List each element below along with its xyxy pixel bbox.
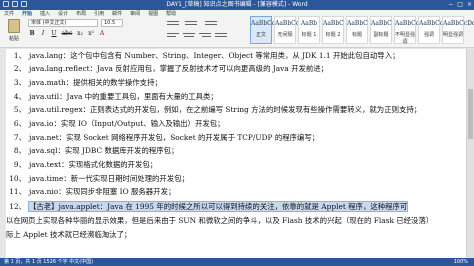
- minimize-button[interactable]: −: [448, 1, 453, 9]
- styles-gallery: AaBbCcDd 正文 AaBbCcDd 无间隔 AaBb 标题 1 AaBbC…: [250, 16, 474, 45]
- tab-file[interactable]: 文件: [4, 11, 14, 17]
- superscript-button[interactable]: x²: [87, 30, 95, 37]
- list-item: 4、 java.util：Java 中的重要工具包，里面有大量的工具类；: [13, 92, 218, 101]
- window-title: DAY1_[草稿] 知识点之图书编辑 - [兼容模式] - Word: [166, 1, 308, 8]
- style-subtitle[interactable]: AaBbC 副标题: [370, 16, 392, 44]
- underline-button[interactable]: U: [50, 30, 58, 37]
- multilevel-list-icon[interactable]: [205, 21, 217, 22]
- vertical-scrollbar[interactable]: [466, 49, 474, 258]
- font-color-button[interactable]: A: [98, 30, 106, 37]
- tab-design[interactable]: 设计: [58, 11, 68, 17]
- tab-insert[interactable]: 插入: [40, 11, 50, 17]
- close-button[interactable]: ×: [467, 1, 472, 9]
- paragraph-line: 际上 Applet 技术就已经濒临淘汰了；: [6, 230, 132, 239]
- scrollbar-thumb[interactable]: [468, 89, 473, 139]
- title-bar: DAY1_[草稿] 知识点之图书编辑 - [兼容模式] - Word − □ ×: [0, 0, 474, 10]
- align-left-icon[interactable]: [167, 33, 179, 34]
- paragraph-group: [165, 19, 245, 45]
- list-item: 8、 java.sql：实现 JDBC 数据库开发的程序包；: [13, 146, 179, 155]
- list-item: 12、 【古老】java.applet：Java 在 1995 年的时候之所以可以…: [9, 201, 409, 212]
- style-emphasis[interactable]: AaBbCcD 强调: [418, 16, 448, 44]
- tab-review[interactable]: 审阅: [130, 11, 140, 17]
- tab-home[interactable]: 开始: [22, 11, 32, 17]
- style-heading-2[interactable]: AaBbC 标题 2: [322, 16, 344, 44]
- style-normal[interactable]: AaBbCcDd 正文: [250, 16, 284, 44]
- zoom-level[interactable]: 100%: [454, 258, 468, 266]
- style-heading-1[interactable]: AaBb 标题 1: [298, 16, 320, 44]
- document-area: 1、 java.lang：这个包中包含有 Number、String、Intege…: [0, 49, 474, 258]
- italic-button[interactable]: I: [39, 30, 47, 37]
- list-item: 2、 java.lang.reflect：Java 反射应用包，掌握了反射技术才可…: [13, 64, 329, 73]
- list-item: 3、 java.math：提供相关的数学操作支持；: [13, 78, 162, 87]
- subscript-button[interactable]: x₂: [76, 30, 84, 37]
- format-buttons: B I U abc x₂ x² A: [28, 30, 106, 37]
- clipboard-icon: [8, 19, 20, 33]
- font-group: 宋体 (中文正文) 10.5 B I U abc x₂ x² A: [28, 19, 158, 45]
- align-right-icon[interactable]: [199, 33, 211, 34]
- list-item: 7、 java.net：实现 Socket 网络程序开发包，Socket 的开发属…: [13, 133, 320, 142]
- document-page[interactable]: 1、 java.lang：这个包中包含有 Number、String、Intege…: [6, 49, 466, 258]
- list-item: 9、 java.text：实现格式化数据的开发包；: [13, 160, 158, 169]
- align-center-icon[interactable]: [183, 33, 195, 34]
- paste-label: 粘贴: [8, 36, 19, 42]
- tab-references[interactable]: 引用: [94, 11, 104, 17]
- justify-icon[interactable]: [215, 33, 227, 34]
- tab-layout[interactable]: 布局: [76, 11, 86, 17]
- style-intense-emphasis[interactable]: AaBbCcDd 明显强调: [442, 16, 474, 44]
- style-title[interactable]: AaBbC 标题: [346, 16, 368, 44]
- font-size-select[interactable]: 10.5: [101, 19, 123, 27]
- strikethrough-button[interactable]: abc: [61, 30, 73, 37]
- bold-button[interactable]: B: [28, 30, 36, 37]
- highlighted-text: 【古老】java.applet：Java 在 1995 年的时候之所以可以得到持…: [27, 201, 409, 212]
- style-subtle-emphasis[interactable]: AaBbCcD 不明显强调: [394, 16, 424, 45]
- bullets-icon[interactable]: [167, 21, 179, 22]
- list-item: 6、 java.io：实现 IO（Input/Output、输入及输出）开发包；: [13, 119, 225, 128]
- paragraph-line: 以在网页上实现各种华丽的显示效果，但是后来由于 SUN 和微软之间的争斗，以及 …: [6, 216, 434, 225]
- numbering-icon[interactable]: [185, 21, 197, 22]
- list-item: 11、 java.nio：实现同步非阻塞 IO 服务器开发；: [9, 187, 176, 196]
- tab-help[interactable]: 帮助: [166, 11, 176, 17]
- tab-view[interactable]: 视图: [148, 11, 158, 17]
- list-item: 5、 java.util.regex：正则表达式的开发包，例如，在之前编写 Str…: [13, 105, 422, 114]
- ribbon-tabs: 文件 开始 插入 设计 布局 引用 邮件 审阅 视图 帮助: [4, 11, 176, 17]
- font-name-select[interactable]: 宋体 (中文正文): [28, 19, 98, 27]
- paste-button[interactable]: 粘贴: [6, 19, 22, 43]
- style-no-spacing[interactable]: AaBbCcDd 无间隔: [274, 16, 308, 44]
- maximize-button[interactable]: □: [457, 1, 463, 9]
- ribbon: 文件 开始 插入 设计 布局 引用 邮件 审阅 视图 帮助 粘贴 宋体 (中文正…: [0, 10, 474, 48]
- status-text: 第 1 页，共 1 页 1526 个字 中文(中国): [4, 259, 94, 265]
- window-controls: − □ ×: [448, 1, 472, 9]
- list-item: 1、 java.lang：这个包中包含有 Number、String、Intege…: [13, 51, 400, 60]
- tab-mailings[interactable]: 邮件: [112, 11, 122, 17]
- list-item: 10、 java.time：新一代实现日期时间处理的开发包；: [9, 174, 189, 183]
- status-bar: 第 1 页，共 1 页 1526 个字 中文(中国) 100%: [0, 258, 474, 266]
